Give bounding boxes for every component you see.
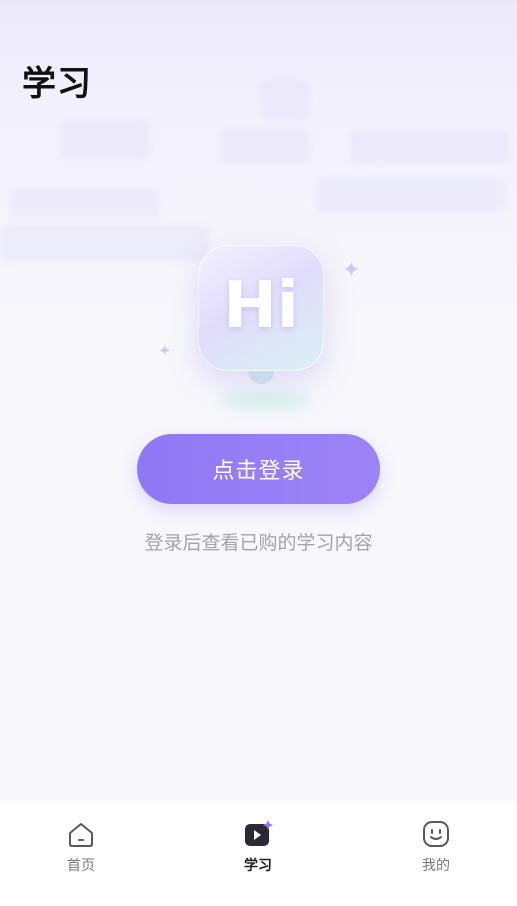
login-button[interactable]: 点击登录 [137, 434, 380, 504]
home-icon [69, 823, 93, 847]
page-title: 学习 [22, 64, 92, 104]
blurred-background-block [260, 80, 310, 120]
sparkle-icon: ✦ [158, 341, 172, 360]
login-hint: 登录后查看已购的学习内容 [144, 532, 373, 554]
greeting-text: Hi [223, 269, 299, 343]
blurred-background-block [220, 128, 310, 164]
bottom-tab-bar: 首页 学习 我的 [0, 801, 517, 906]
blurred-background-block [10, 188, 160, 218]
blurred-background-block [315, 178, 505, 212]
hi-illustration: ✦ ✦ Hi [150, 240, 370, 420]
tab-label: 我的 [422, 858, 450, 874]
study-play-icon [245, 820, 273, 846]
tab-profile[interactable]: 我的 [391, 819, 481, 879]
tab-label: 首页 [67, 858, 95, 874]
tab-study[interactable]: 学习 [213, 819, 303, 879]
sparkle-icon: ✦ [342, 258, 361, 283]
bubble-glow [220, 390, 310, 410]
blurred-background-block [60, 120, 150, 160]
tab-label: 学习 [244, 858, 272, 874]
tab-home[interactable]: 首页 [36, 819, 126, 879]
smiley-face-icon [423, 821, 449, 847]
blurred-background-block [350, 130, 510, 164]
